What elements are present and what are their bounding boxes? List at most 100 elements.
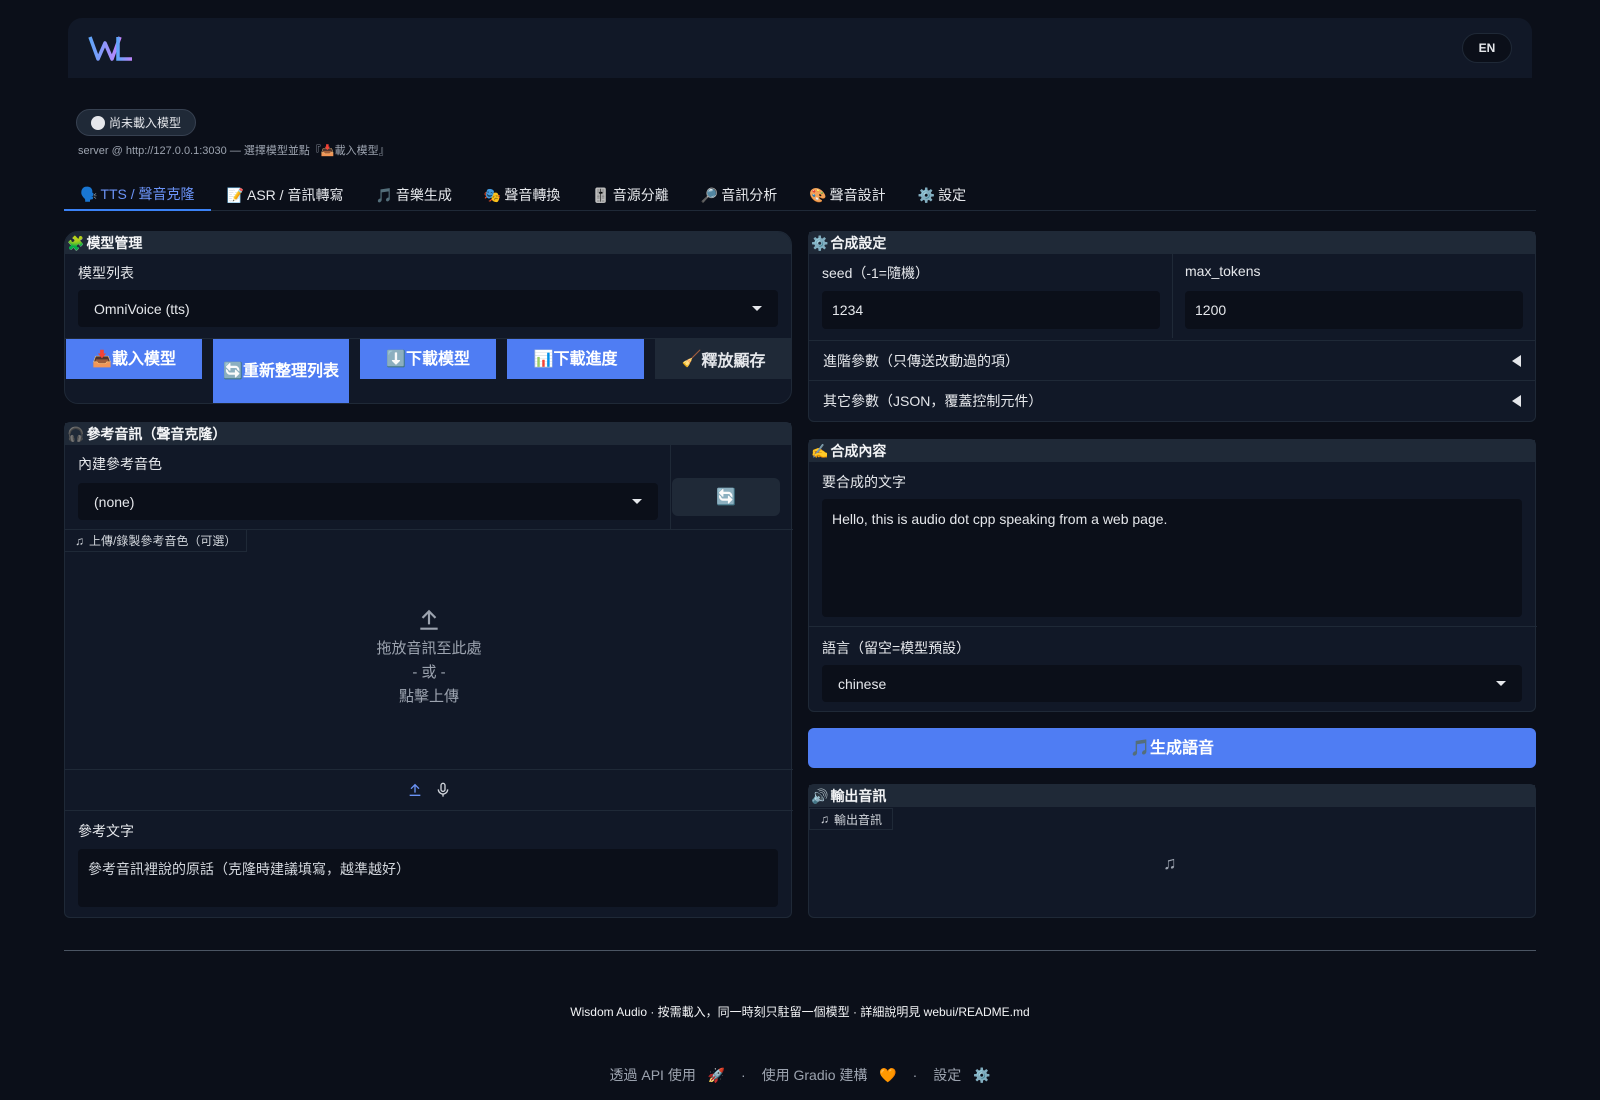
tab-music[interactable]: 🎵 音樂生成 (359, 179, 467, 211)
tab-label: 音源分離 (612, 187, 669, 203)
chevron-down-icon (752, 306, 762, 311)
drop-text: 拖放音訊至此處 (376, 640, 482, 657)
tag-label: 上傳/錄製參考音色（可選） (89, 534, 237, 548)
download-arrow-icon: ⬇️ (386, 350, 406, 368)
tab-label: 設定 (938, 187, 967, 203)
button-label: 釋放顯存 (701, 353, 766, 370)
upload-icon (420, 609, 438, 630)
collapse-arrow-icon (1512, 394, 1521, 407)
tag-label: 輸出音訊 (834, 812, 883, 827)
refresh-icon: 🔄 (223, 362, 243, 380)
writing-hand-icon: ✍️ (811, 442, 829, 459)
generate-speech-button[interactable]: 🎵 生成語音 (808, 728, 1536, 768)
tab-label: 音訊分析 (721, 187, 778, 203)
tab-tts[interactable]: 🗣️ TTS / 聲音克隆 (64, 179, 211, 211)
settings-link[interactable]: 設定 ⚙️ (929, 1067, 994, 1083)
drop-or-text: - 或 - (412, 664, 446, 681)
link-label: 使用 Gradio 建構 (761, 1067, 868, 1083)
button-label: 下載模型 (405, 350, 470, 368)
tab-audio-analysis[interactable]: 🔎 音訊分析 (685, 179, 793, 211)
model-status-badge: 尚未載入模型 (76, 109, 197, 136)
masks-icon: 🎭 (483, 186, 502, 203)
microphone-icon[interactable] (435, 781, 451, 799)
refresh-voices-button[interactable]: 🔄 (672, 478, 780, 516)
speaking-head-icon: 🗣️ (80, 185, 98, 202)
divider (1172, 254, 1173, 338)
gear-icon: ⚙️ (811, 234, 829, 251)
language-select[interactable]: chinese (822, 665, 1522, 702)
main-tabs: 🗣️ TTS / 聲音克隆 📝 ASR / 音訊轉寫 🎵 音樂生成 🎭 聲音轉換 🎚️ 音… (64, 179, 1536, 211)
panel-title: 模型管理 (86, 235, 143, 251)
magnifier-icon: 🔎 (700, 186, 719, 203)
download-progress-button[interactable]: 📊 下載進度 (507, 339, 644, 379)
tab-settings[interactable]: ⚙️ 設定 (902, 179, 982, 211)
refresh-list-button[interactable]: 🔄重新整理列表 (213, 339, 349, 403)
builtin-voice-select[interactable]: (none) (78, 483, 658, 520)
max-tokens-label: max_tokens (1185, 263, 1261, 279)
tab-source-separation[interactable]: 🎚️ 音源分離 (576, 179, 684, 211)
separator: · (912, 1067, 918, 1083)
accordion-label: 其它參數（JSON，覆蓋控制元件） (823, 392, 1043, 409)
slider-icon: 🎚️ (592, 186, 610, 203)
broom-icon: 🧹 (681, 351, 702, 368)
synthesis-content-panel: ✍️ 合成內容 要合成的文字 Hello, this is audio dot c… (808, 439, 1537, 712)
panel-title: 合成內容 (830, 443, 887, 459)
panel-header: ⚙️ 合成設定 (809, 232, 1535, 254)
inbox-tray-icon: 📥 (92, 350, 112, 368)
gradio-link[interactable]: 使用 Gradio 建構 🧡 (758, 1067, 901, 1083)
load-model-button[interactable]: 📥 載入模型 (66, 339, 202, 379)
advanced-params-accordion[interactable]: 進階參數（只傳送改動過的項） (809, 340, 1535, 380)
footer-divider (64, 950, 1536, 951)
panel-header: ✍️ 合成內容 (809, 440, 1535, 462)
audio-placeholder-icon: ♫ (1163, 853, 1177, 873)
audio-dropzone[interactable]: 拖放音訊至此處 - 或 - 點擊上傳 (65, 553, 793, 763)
divider (670, 445, 671, 529)
model-status-text: 尚未載入模型 (109, 116, 182, 130)
music-note-icon: 🎵 (1130, 739, 1150, 757)
separator: · (741, 1067, 746, 1083)
bar-chart-icon: 📊 (533, 350, 554, 368)
synthesis-text-input[interactable]: Hello, this is audio dot cpp speaking fr… (822, 499, 1522, 617)
footer-links: 透過 API 使用 🚀 · 使用 Gradio 建構 🧡 · 設定 ⚙️ (0, 1065, 1600, 1085)
link-label: 透過 API 使用 (609, 1067, 696, 1083)
panel-header: 🎧 參考音訊（聲音克隆） (65, 423, 791, 445)
language-toggle-button[interactable]: EN (1462, 33, 1512, 63)
other-params-accordion[interactable]: 其它參數（JSON，覆蓋控制元件） (809, 380, 1535, 420)
top-bar: EN (68, 18, 1532, 78)
collapse-arrow-icon (1512, 354, 1521, 367)
gear-icon: ⚙️ (973, 1067, 991, 1083)
synthesis-settings-panel: ⚙️ 合成設定 seed（-1=隨機） 1234 max_tokens 1200 … (808, 231, 1536, 422)
panel-header: 🔊 輸出音訊 (809, 785, 1535, 807)
download-model-button[interactable]: ⬇️ 下載模型 (360, 339, 496, 379)
max-tokens-input[interactable]: 1200 (1185, 291, 1523, 329)
gradio-logo-icon: 🧡 (879, 1067, 897, 1083)
palette-icon: 🎨 (809, 186, 827, 203)
output-audio-tag: ♫ 輸出音訊 (809, 808, 894, 830)
divider (809, 626, 1537, 627)
tab-voice-conversion[interactable]: 🎭 聲音轉換 (468, 179, 576, 211)
tab-label: 聲音轉換 (504, 187, 561, 203)
reference-text-label: 參考文字 (78, 823, 134, 839)
release-vram-button[interactable]: 🧹 釋放顯存 (655, 339, 791, 379)
output-audio-panel: 🔊 輸出音訊 ♫ 輸出音訊 ♫ (808, 784, 1536, 918)
seed-input[interactable]: 1234 (822, 291, 1160, 329)
memo-icon: 📝 (226, 186, 244, 203)
reference-audio-panel: 🎧 參考音訊（聲音克隆） 內建參考音色 (none) 🔄 ♫ 上傳/錄製參考音色（… (64, 422, 793, 918)
model-select[interactable]: OmniVoice (tts) (78, 290, 778, 327)
status-dot-icon (91, 115, 105, 130)
upload-icon[interactable] (407, 782, 423, 798)
chevron-down-icon (1496, 681, 1506, 686)
reference-text-input[interactable]: 參考音訊裡說的原話（克隆時建議填寫，越準越好） (78, 849, 778, 907)
synthesis-text-label: 要合成的文字 (822, 474, 906, 490)
tab-label: TTS / 聲音克隆 (100, 186, 195, 202)
panel-title: 輸出音訊 (830, 788, 887, 804)
headphones-icon: 🎧 (67, 425, 85, 442)
refresh-icon: 🔄 (716, 489, 736, 506)
tab-sound-design[interactable]: 🎨 聲音設計 (793, 179, 901, 211)
tab-asr[interactable]: 📝 ASR / 音訊轉寫 (211, 179, 360, 211)
api-link[interactable]: 透過 API 使用 🚀 (605, 1067, 729, 1083)
rocket-icon: 🚀 (707, 1067, 726, 1083)
footer-info: Wisdom Audio · 按需載入，同一時刻只駐留一個模型 · 詳細說明見 … (570, 1005, 1030, 1019)
speaker-icon: 🔊 (811, 787, 829, 804)
server-info: server @ http://127.0.0.1:3030 — 選擇模型並點『… (78, 145, 390, 157)
